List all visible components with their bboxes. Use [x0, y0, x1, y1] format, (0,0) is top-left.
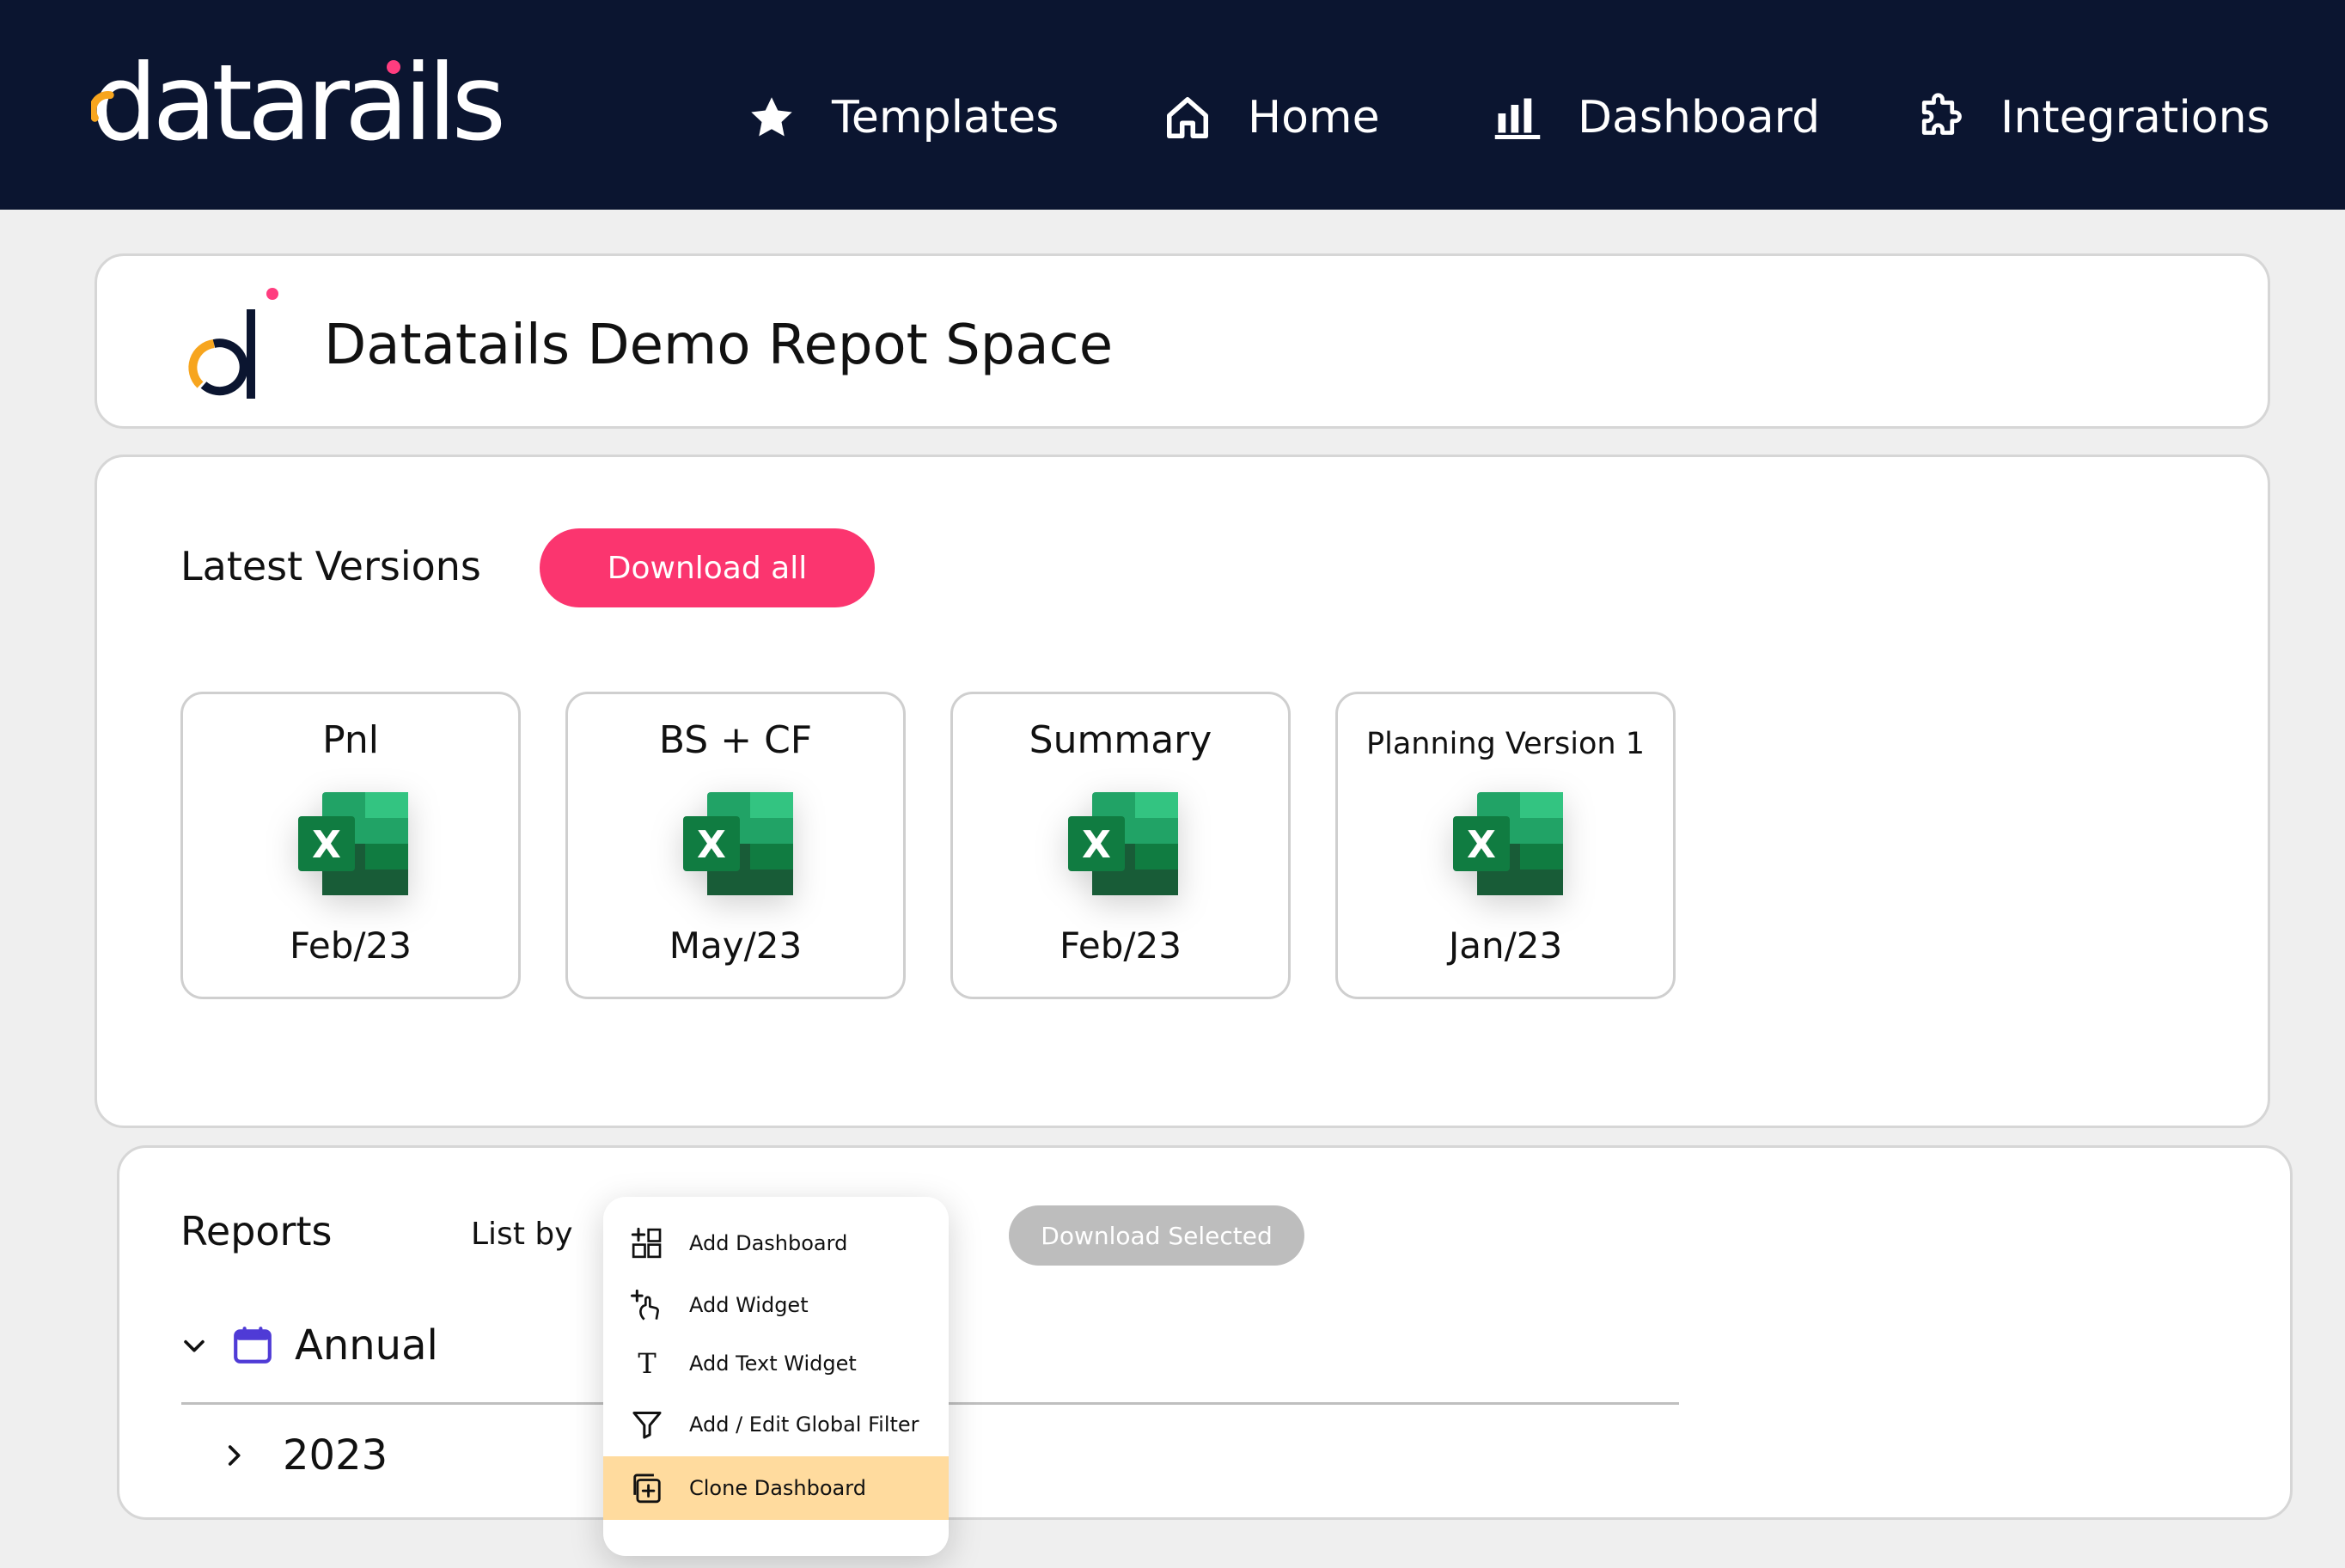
- nav-templates-label: Templates: [832, 92, 1060, 143]
- menu-item-label: Add Text Widget: [689, 1351, 857, 1376]
- download-all-button[interactable]: Download all: [540, 528, 875, 607]
- file-tile-title: Pnl: [322, 718, 379, 762]
- nav-integrations-label: Integrations: [2000, 92, 2270, 143]
- top-navbar: datarails Templates Home Dashboard Integ…: [0, 0, 2345, 210]
- excel-file-icon: X: [683, 792, 793, 895]
- tree-row-label: 2023: [283, 1431, 388, 1480]
- file-tile-title: Summary: [1029, 718, 1212, 762]
- space-header-card: Datatails Demo Repot Space: [95, 253, 2270, 429]
- menu-item-global-filter[interactable]: Add / Edit Global Filter: [603, 1394, 949, 1455]
- menu-item-label: Add Dashboard: [689, 1231, 848, 1255]
- file-tile-summary[interactable]: Summary X Feb/23: [950, 692, 1291, 999]
- excel-file-icon: X: [298, 792, 408, 895]
- clone-icon: [629, 1470, 665, 1506]
- nav-templates[interactable]: Templates: [746, 82, 1059, 154]
- reports-card: Reports List by Download Selected Annual…: [117, 1145, 2293, 1520]
- list-by-label: List by: [471, 1217, 573, 1252]
- nav-integrations[interactable]: Integrations: [1914, 82, 2270, 154]
- logo-text: datarails: [91, 42, 506, 164]
- home-icon: [1167, 97, 1208, 138]
- file-tile-pnl[interactable]: Pnl X Feb/23: [180, 692, 521, 999]
- nav-dashboard[interactable]: Dashboard: [1492, 82, 1820, 154]
- add-widget-icon: [629, 1287, 665, 1323]
- file-tile-planning-version-1[interactable]: Planning Version 1 X Jan/23: [1335, 692, 1676, 999]
- file-tile-title: BS + CF: [658, 718, 813, 762]
- tree-row-annual[interactable]: Annual: [180, 1320, 438, 1371]
- excel-file-icon: X: [1068, 792, 1178, 895]
- puzzle-icon: [1921, 93, 1962, 135]
- dashboard-actions-menu: Add Dashboard Add Widget T Add Text Widg…: [603, 1197, 949, 1556]
- menu-item-add-widget[interactable]: Add Widget: [603, 1274, 949, 1336]
- text-icon: T: [638, 1347, 656, 1380]
- space-title: Datatails Demo Repot Space: [324, 314, 1114, 377]
- svg-text:X: X: [1082, 823, 1111, 867]
- nav-home[interactable]: Home: [1162, 82, 1380, 154]
- menu-item-add-dashboard[interactable]: Add Dashboard: [603, 1212, 949, 1274]
- menu-item-label: Add / Edit Global Filter: [689, 1412, 919, 1437]
- tree-row-2023[interactable]: 2023: [219, 1430, 388, 1481]
- menu-item-add-text-widget[interactable]: T Add Text Widget: [603, 1333, 949, 1394]
- datarails-logo[interactable]: datarails: [91, 51, 506, 156]
- logo-dot: [387, 60, 400, 74]
- menu-item-label: Add Widget: [689, 1293, 809, 1317]
- file-tile-date: May/23: [669, 924, 803, 967]
- tree-row-label: Annual: [295, 1321, 438, 1370]
- svg-text:X: X: [1467, 823, 1496, 867]
- reports-title: Reports: [180, 1208, 333, 1254]
- file-tile-date: Jan/23: [1448, 924, 1563, 967]
- chevron-right-icon[interactable]: [219, 1441, 248, 1470]
- excel-file-icon: X: [1453, 792, 1563, 895]
- menu-item-clone-dashboard[interactable]: Clone Dashboard: [603, 1456, 949, 1520]
- calendar-icon: [234, 1327, 272, 1364]
- space-logo-icon: [188, 288, 278, 399]
- add-dashboard-icon: [629, 1225, 665, 1261]
- svg-text:X: X: [312, 823, 341, 867]
- file-tile-date: Feb/23: [290, 924, 412, 967]
- svg-text:X: X: [697, 823, 726, 867]
- nav-dashboard-label: Dashboard: [1578, 92, 1821, 143]
- star-icon: [751, 97, 792, 137]
- file-tile-title: Planning Version 1: [1366, 727, 1645, 761]
- nav-home-label: Home: [1248, 92, 1380, 143]
- filter-icon: [629, 1406, 665, 1443]
- logo-accent-icon: [91, 91, 114, 122]
- download-selected-button[interactable]: Download Selected: [1009, 1205, 1304, 1266]
- chevron-down-icon[interactable]: [180, 1331, 209, 1360]
- menu-item-label: Clone Dashboard: [689, 1476, 866, 1500]
- file-tile-date: Feb/23: [1060, 924, 1182, 967]
- latest-versions-title: Latest Versions: [180, 543, 481, 589]
- bar-chart-icon: [1494, 98, 1541, 139]
- latest-versions-card: Latest Versions Download all Pnl X Feb/2…: [95, 455, 2270, 1128]
- file-tile-bs-cf[interactable]: BS + CF X May/23: [565, 692, 906, 999]
